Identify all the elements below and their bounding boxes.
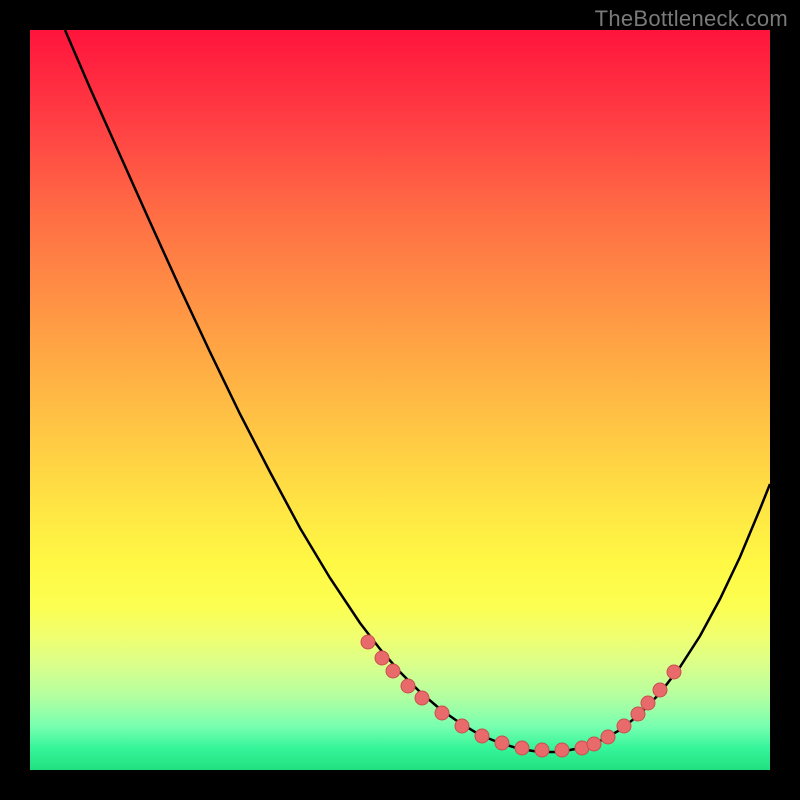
- curve-marker: [667, 665, 681, 679]
- curve-marker: [601, 730, 615, 744]
- curve-marker: [641, 696, 655, 710]
- curve-marker: [375, 651, 389, 665]
- curve-marker: [587, 737, 601, 751]
- curve-marker: [535, 743, 549, 757]
- curve-marker: [361, 635, 375, 649]
- curve-marker: [386, 664, 400, 678]
- curve-marker: [435, 706, 449, 720]
- curve-marker: [415, 691, 429, 705]
- bottleneck-curve: [65, 30, 770, 752]
- chart-plot-area: [30, 30, 770, 770]
- curve-marker: [515, 741, 529, 755]
- curve-marker: [401, 679, 415, 693]
- curve-marker: [495, 736, 509, 750]
- chart-svg: [30, 30, 770, 770]
- curve-marker: [617, 719, 631, 733]
- curve-marker: [653, 683, 667, 697]
- curve-marker: [555, 743, 569, 757]
- highlight-markers: [361, 635, 681, 757]
- curve-marker: [631, 707, 645, 721]
- curve-marker: [455, 719, 469, 733]
- curve-marker: [475, 729, 489, 743]
- watermark-text: TheBottleneck.com: [595, 6, 788, 32]
